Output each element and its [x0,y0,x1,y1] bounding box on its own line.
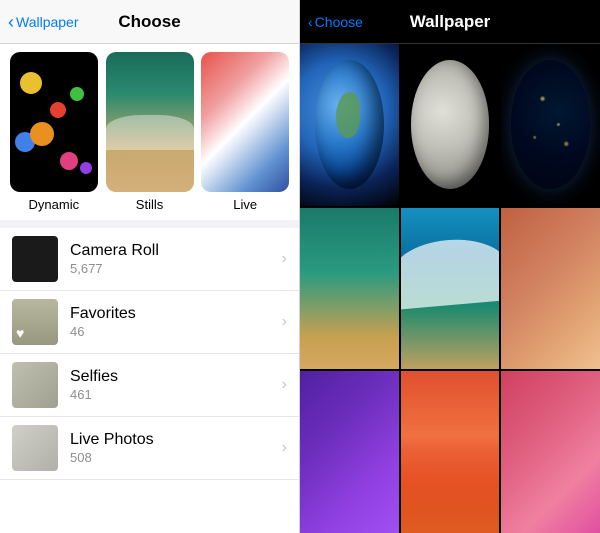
live-photos-info: Live Photos 508 [70,431,282,465]
favorites-info: Favorites 46 [70,305,282,339]
wallpaper-earth[interactable] [300,44,399,206]
stills-label: Stills [136,197,163,212]
left-panel: ‹ Wallpaper Choose Dynamic [0,0,300,533]
flower-accent [401,452,500,533]
live-photos-name: Live Photos [70,431,282,449]
camera-roll-name: Camera Roll [70,242,282,260]
favorites-name: Favorites [70,305,282,323]
category-grid: Dynamic Stills Live [0,44,299,220]
left-nav-bar: ‹ Wallpaper Choose [0,0,299,44]
dot4 [70,87,84,101]
dynamic-label: Dynamic [29,197,80,212]
category-stills[interactable]: Stills [104,52,196,220]
heart-icon: ♥ [16,325,24,341]
live-photos-preview [12,425,58,471]
wallpaper-flowers[interactable] [401,371,500,533]
wallpaper-pink[interactable] [501,371,600,533]
category-live[interactable]: Live [199,52,291,220]
right-back-label: Choose [315,14,363,30]
live-label: Live [233,197,257,212]
stills-preview [106,52,194,192]
right-nav-title: Wallpaper [410,12,491,32]
wallpaper-wave2[interactable] [401,208,500,370]
list-item-favorites[interactable]: ♥ Favorites 46 › [0,291,299,354]
wave-foam [401,235,500,310]
category-dynamic[interactable]: Dynamic [8,52,100,220]
wallpaper-purple[interactable] [300,371,399,533]
right-back-chevron: ‹ [308,14,313,30]
dot2 [50,102,66,118]
city-lights [511,60,590,189]
camera-roll-thumb [12,236,58,282]
selfies-thumb [12,362,58,408]
right-nav-bar: ‹ Choose Wallpaper [300,0,600,44]
dynamic-preview [10,52,98,192]
list-item-camera-roll[interactable]: Camera Roll 5,677 › [0,228,299,291]
dot7 [80,162,92,174]
favorites-preview: ♥ [12,299,58,345]
earth-land [336,92,360,137]
stills-thumb [106,52,194,192]
left-back-label: Wallpaper [16,14,79,30]
selfies-chevron: › [282,376,287,394]
wallpaper-wave1[interactable] [300,208,399,370]
favorites-chevron: › [282,313,287,331]
live-preview [201,52,289,192]
camera-roll-count: 5,677 [70,261,282,276]
earth-sphere [315,60,384,189]
live-photos-thumb [12,425,58,471]
dot1 [20,72,42,94]
live-thumb [201,52,289,192]
left-back-button[interactable]: ‹ Wallpaper [8,13,79,31]
dot5 [60,152,78,170]
right-back-button[interactable]: ‹ Choose [308,14,363,30]
left-nav-title: Choose [118,12,180,32]
list-item-live-photos[interactable]: Live Photos 508 › [0,417,299,480]
dot6 [30,122,54,146]
selfies-info: Selfies 461 [70,368,282,402]
camera-roll-info: Camera Roll 5,677 [70,242,282,276]
selfies-count: 461 [70,387,282,402]
favorites-thumb: ♥ [12,299,58,345]
earth-container [300,44,399,206]
list-item-selfies[interactable]: Selfies 461 › [0,354,299,417]
album-list: Camera Roll 5,677 › ♥ Favorites 46 › Sel… [0,228,299,533]
wallpaper-grid [300,44,600,533]
camera-roll-chevron: › [282,250,287,268]
live-photos-count: 508 [70,450,282,465]
right-panel: ‹ Choose Wallpaper [300,0,600,533]
wallpaper-moon[interactable] [401,44,500,206]
wallpaper-earth-night[interactable] [501,44,600,206]
dynamic-thumb [10,52,98,192]
wallpaper-wave3[interactable] [501,208,600,370]
selfies-preview [12,362,58,408]
favorites-count: 46 [70,324,282,339]
left-back-chevron: ‹ [8,13,14,31]
selfies-name: Selfies [70,368,282,386]
moon-sphere [411,60,490,189]
earth-night-sphere [511,60,590,189]
live-photos-chevron: › [282,439,287,457]
camera-roll-preview [12,236,58,282]
